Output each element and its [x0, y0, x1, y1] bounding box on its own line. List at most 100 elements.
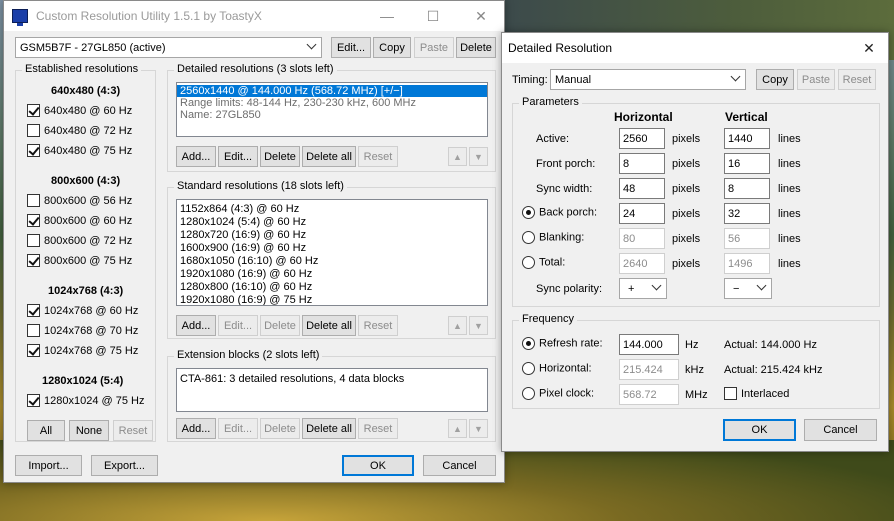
checkbox-box[interactable]: [27, 144, 40, 157]
dialog-ok-button[interactable]: OK: [723, 419, 796, 441]
list-item[interactable]: 1600x900 (16:9) @ 60 Hz: [177, 242, 487, 255]
close-icon[interactable]: ✕: [458, 1, 504, 31]
checkbox-640x480-72[interactable]: 640x480 @ 72 Hz: [27, 124, 132, 137]
detailed-edit-button[interactable]: Edit...: [218, 146, 258, 167]
radio-button[interactable]: [522, 256, 535, 269]
all-button[interactable]: All: [27, 420, 65, 441]
v-back-porch-field[interactable]: 32: [724, 203, 770, 224]
paste-button[interactable]: Paste: [414, 37, 454, 58]
list-item[interactable]: 1920x1080 (16:9) @ 60 Hz: [177, 268, 487, 281]
delete-monitor-button[interactable]: Delete: [456, 37, 496, 58]
interlaced-checkbox[interactable]: Interlaced: [724, 387, 789, 400]
radio-button[interactable]: [522, 387, 535, 400]
standard-edit-button[interactable]: Edit...: [218, 315, 258, 336]
close-icon[interactable]: ✕: [846, 33, 892, 63]
checkbox-box[interactable]: [27, 124, 40, 137]
move-down-icon[interactable]: ▼: [469, 316, 488, 335]
v-polarity-select[interactable]: −: [724, 278, 772, 299]
h-back-porch-field[interactable]: 24: [619, 203, 665, 224]
h-total-field[interactable]: 2640: [619, 253, 665, 274]
checkbox-1024x768-70[interactable]: 1024x768 @ 70 Hz: [27, 324, 138, 337]
dialog-cancel-button[interactable]: Cancel: [804, 419, 877, 441]
maximize-icon[interactable]: ☐: [410, 1, 456, 31]
minimize-icon[interactable]: —: [364, 1, 410, 31]
list-item[interactable]: 1280x1024 (5:4) @ 60 Hz: [177, 216, 487, 229]
ok-button[interactable]: OK: [342, 455, 414, 476]
list-item[interactable]: CTA-861: 3 detailed resolutions, 4 data …: [177, 373, 487, 385]
edit-monitor-button[interactable]: Edit...: [331, 37, 371, 58]
timing-copy-button[interactable]: Copy: [756, 69, 794, 90]
detailed-resolutions-list[interactable]: 2560x1440 @ 144.000 Hz (568.72 MHz) [+/−…: [176, 82, 488, 137]
v-front-porch-field[interactable]: 16: [724, 153, 770, 174]
extension-delete-button[interactable]: Delete: [260, 418, 300, 439]
checkbox-800x600-72[interactable]: 800x600 @ 72 Hz: [27, 234, 132, 247]
pixel-clock-radio[interactable]: Pixel clock:: [522, 387, 594, 400]
timing-reset-button[interactable]: Reset: [838, 69, 876, 90]
checkbox-640x480-75[interactable]: 640x480 @ 75 Hz: [27, 144, 132, 157]
established-reset-button[interactable]: Reset: [113, 420, 153, 441]
h-sync-width-field[interactable]: 48: [619, 178, 665, 199]
detailed-delete-button[interactable]: Delete: [260, 146, 300, 167]
extension-delete-all-button[interactable]: Delete all: [302, 418, 356, 439]
checkbox-box[interactable]: [27, 214, 40, 227]
move-up-icon[interactable]: ▲: [448, 316, 467, 335]
h-active-field[interactable]: 2560: [619, 128, 665, 149]
timing-paste-button[interactable]: Paste: [797, 69, 835, 90]
list-item[interactable]: 1280x720 (16:9) @ 60 Hz: [177, 229, 487, 242]
extension-add-button[interactable]: Add...: [176, 418, 216, 439]
checkbox-800x600-60[interactable]: 800x600 @ 60 Hz: [27, 214, 132, 227]
checkbox-1024x768-60[interactable]: 1024x768 @ 60 Hz: [27, 304, 138, 317]
move-down-icon[interactable]: ▼: [469, 147, 488, 166]
list-item[interactable]: 1920x1080 (16:9) @ 75 Hz: [177, 294, 487, 305]
checkbox-box[interactable]: [27, 104, 40, 117]
cancel-button[interactable]: Cancel: [423, 455, 496, 476]
v-blanking-field[interactable]: 56: [724, 228, 770, 249]
checkbox-box[interactable]: [27, 344, 40, 357]
h-front-porch-field[interactable]: 8: [619, 153, 665, 174]
copy-button[interactable]: Copy: [373, 37, 411, 58]
refresh-rate-field[interactable]: 144.000: [619, 334, 679, 355]
detailed-reset-button[interactable]: Reset: [358, 146, 398, 167]
checkbox-800x600-56[interactable]: 800x600 @ 56 Hz: [27, 194, 132, 207]
standard-delete-all-button[interactable]: Delete all: [302, 315, 356, 336]
list-item[interactable]: Range limits: 48-144 Hz, 230-230 kHz, 60…: [177, 97, 487, 109]
standard-reset-button[interactable]: Reset: [358, 315, 398, 336]
extension-reset-button[interactable]: Reset: [358, 418, 398, 439]
back-porch-radio[interactable]: Back porch:: [522, 206, 597, 219]
export-button[interactable]: Export...: [91, 455, 158, 476]
list-item[interactable]: 2560x1440 @ 144.000 Hz (568.72 MHz) [+/−…: [177, 85, 487, 97]
v-total-field[interactable]: 1496: [724, 253, 770, 274]
none-button[interactable]: None: [69, 420, 109, 441]
checkbox-box[interactable]: [724, 387, 737, 400]
radio-button[interactable]: [522, 362, 535, 375]
list-item[interactable]: 1152x864 (4:3) @ 60 Hz: [177, 203, 487, 216]
standard-delete-button[interactable]: Delete: [260, 315, 300, 336]
h-blanking-field[interactable]: 80: [619, 228, 665, 249]
h-polarity-select[interactable]: +: [619, 278, 667, 299]
list-item[interactable]: 1280x800 (16:10) @ 60 Hz: [177, 281, 487, 294]
radio-button[interactable]: [522, 206, 535, 219]
extension-edit-button[interactable]: Edit...: [218, 418, 258, 439]
standard-add-button[interactable]: Add...: [176, 315, 216, 336]
main-titlebar[interactable]: Custom Resolution Utility 1.5.1 by Toast…: [4, 1, 504, 31]
checkbox-box[interactable]: [27, 194, 40, 207]
radio-button[interactable]: [522, 231, 535, 244]
list-item[interactable]: 1680x1050 (16:10) @ 60 Hz: [177, 255, 487, 268]
move-down-icon[interactable]: ▼: [469, 419, 488, 438]
pixel-clock-field[interactable]: 568.72: [619, 384, 679, 405]
monitor-select[interactable]: GSM5B7F - 27GL850 (active): [15, 37, 322, 58]
extension-blocks-list[interactable]: CTA-861: 3 detailed resolutions, 4 data …: [176, 368, 488, 412]
checkbox-1280x1024-75[interactable]: 1280x1024 @ 75 Hz: [27, 394, 144, 407]
radio-button[interactable]: [522, 337, 535, 350]
timing-select[interactable]: Manual: [550, 69, 746, 90]
move-up-icon[interactable]: ▲: [448, 419, 467, 438]
v-sync-width-field[interactable]: 8: [724, 178, 770, 199]
move-up-icon[interactable]: ▲: [448, 147, 467, 166]
checkbox-box[interactable]: [27, 234, 40, 247]
import-button[interactable]: Import...: [15, 455, 82, 476]
checkbox-box[interactable]: [27, 304, 40, 317]
checkbox-1024x768-75[interactable]: 1024x768 @ 75 Hz: [27, 344, 138, 357]
checkbox-640x480-60[interactable]: 640x480 @ 60 Hz: [27, 104, 132, 117]
v-active-field[interactable]: 1440: [724, 128, 770, 149]
refresh-rate-radio[interactable]: Refresh rate:: [522, 337, 603, 350]
